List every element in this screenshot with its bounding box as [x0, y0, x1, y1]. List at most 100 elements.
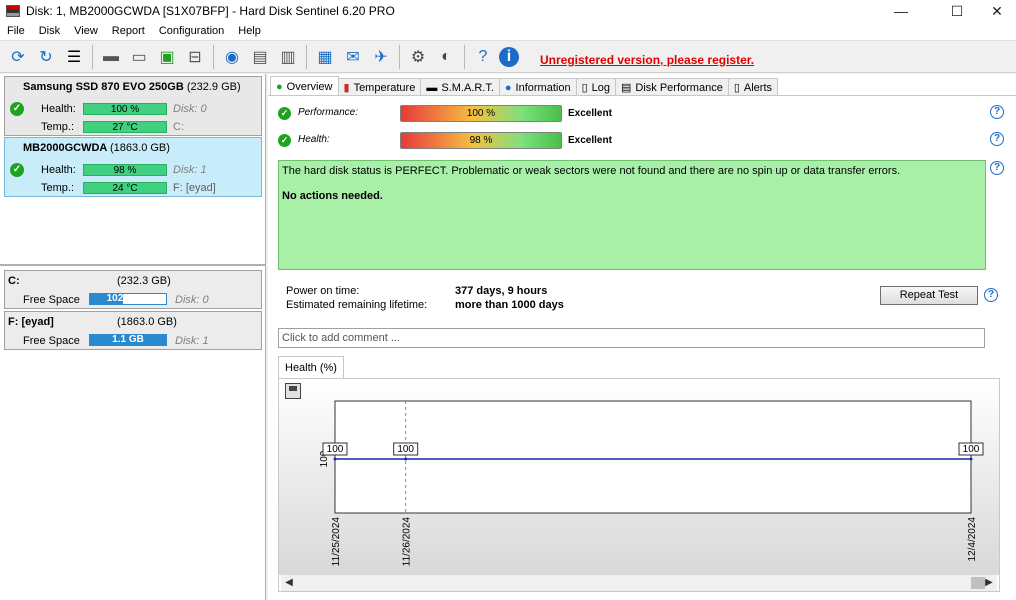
data-label: 100: [397, 444, 414, 455]
actions-text: No actions needed.: [282, 190, 383, 202]
volume-card-c[interactable]: C: (232.3 GB) Free Space 102.1 GB Disk: …: [4, 270, 262, 309]
disk-list-icon[interactable]: ☰: [62, 45, 86, 69]
volume-card-f[interactable]: F: [eyad] (1863.0 GB) Free Space 1.1 GB …: [4, 311, 262, 350]
toolbar-separator: [464, 44, 465, 69]
help-icon[interactable]: ?: [990, 132, 1004, 146]
disk-name: MB2000GCWDA (1863.0 GB): [23, 142, 170, 154]
help-icon[interactable]: ?: [984, 288, 998, 302]
tab-temperature[interactable]: ▮ Temperature: [337, 78, 422, 96]
disk-settings-icon[interactable]: ⊟: [183, 45, 207, 69]
menu-disk[interactable]: Disk: [32, 25, 67, 37]
x-tick-label: 11/26/2024: [402, 517, 413, 567]
health-chart-panel: 100 100 11/25/2024 100 11/26/2024 100 12/4/202…: [278, 378, 1000, 592]
horizontal-scrollbar[interactable]: ◀ ▶: [281, 575, 997, 591]
performance-verdict: Excellent: [568, 108, 612, 119]
toolbar: ⟳ ↻ ☰ ▬ ▭ ▣ ⊟ ◉ ▤ ▥ ▦ ✉ ✈ ⚙ ◐ ? i Unregi…: [0, 41, 1016, 73]
data-point: [404, 457, 408, 461]
volume-capacity: (232.3 GB): [117, 275, 171, 287]
menu-report[interactable]: Report: [105, 25, 152, 37]
scroll-left-icon[interactable]: ◀: [281, 575, 297, 591]
report-icon[interactable]: ▦: [313, 45, 337, 69]
x-tick-label: 11/25/2024: [331, 517, 342, 567]
temp-label: Temp.:: [41, 182, 75, 194]
free-space-label: Free Space: [23, 294, 80, 306]
info-icon[interactable]: i: [499, 46, 519, 67]
drive-letter: F: [eyad]: [173, 182, 216, 194]
surface-test-icon[interactable]: ▭: [127, 45, 151, 69]
menu-bar: File Disk View Report Configuration Help: [0, 22, 1016, 41]
health-chart: 10010011/25/202410011/26/202410012/4/202…: [279, 379, 999, 575]
help-icon[interactable]: ?: [990, 105, 1004, 119]
sound-icon[interactable]: ◐: [434, 45, 458, 69]
menu-view[interactable]: View: [67, 25, 105, 37]
health-label: Health:: [41, 164, 76, 176]
volume-name: F: [eyad]: [8, 316, 54, 328]
volume-capacity: (1863.0 GB): [117, 316, 177, 328]
refresh-all-icon[interactable]: ↻: [34, 45, 58, 69]
email-icon[interactable]: ✉: [341, 45, 365, 69]
free-space-bar: 1.1 GB: [89, 334, 167, 346]
temp-bar: 27 °C: [83, 121, 167, 133]
check-icon: ●: [276, 80, 283, 93]
tab-smart[interactable]: ▬ S.M.A.R.T.: [420, 78, 500, 96]
alert-icon: ▯: [733, 82, 740, 94]
disk-name: Samsung SSD 870 EVO 250GB (232.9 GB): [23, 81, 241, 93]
tab-log[interactable]: ▯ Log: [575, 78, 616, 96]
menu-configuration[interactable]: Configuration: [152, 25, 231, 37]
comment-input[interactable]: Click to add comment ...: [278, 328, 985, 348]
external-disk-icon[interactable]: ▤: [248, 45, 272, 69]
tab-disk-performance[interactable]: ▤ Disk Performance: [615, 78, 729, 96]
power-on-value: 377 days, 9 hours: [455, 285, 548, 297]
check-icon: ✓: [278, 134, 291, 147]
performance-icon: ▤: [621, 82, 632, 94]
power-on-label: Power on time:: [286, 285, 360, 297]
panel-divider: [0, 264, 265, 266]
disk-card-samsung[interactable]: Samsung SSD 870 EVO 250GB (232.9 GB) ✓ H…: [4, 76, 262, 136]
menu-file[interactable]: File: [0, 25, 32, 37]
log-icon: ▯: [581, 82, 588, 94]
disk-card-mb2000[interactable]: MB2000GCWDA (1863.0 GB) ✓ Health: 98 % D…: [4, 137, 262, 197]
health-bar: 100 %: [83, 103, 167, 115]
network-disk-icon[interactable]: ◉: [220, 45, 244, 69]
scroll-right-icon[interactable]: ▶: [981, 575, 997, 591]
check-icon: ✓: [278, 107, 291, 120]
menu-help[interactable]: Help: [231, 25, 268, 37]
repeat-test-button[interactable]: Repeat Test: [880, 286, 978, 305]
tab-overview[interactable]: ● Overview: [270, 76, 339, 96]
thermometer-icon: ▮: [343, 82, 350, 94]
tab-alerts[interactable]: ▯ Alerts: [727, 78, 779, 96]
disk-index: Disk: 0: [173, 103, 207, 115]
lifetime-value: more than 1000 days: [455, 299, 564, 311]
disk-test-icon[interactable]: ▬: [99, 45, 123, 69]
toolbar-separator: [306, 44, 307, 69]
smart-icon: ▬: [426, 81, 438, 94]
temp-bar: 24 °C: [83, 182, 167, 194]
status-box: The hard disk status is PERFECT. Problem…: [278, 160, 986, 270]
status-text: The hard disk status is PERFECT. Problem…: [282, 165, 901, 177]
usb-disk-icon[interactable]: ▥: [276, 45, 300, 69]
toolbar-separator: [399, 44, 400, 69]
unregistered-link[interactable]: Unregistered version, please register.: [540, 53, 754, 67]
send-icon[interactable]: ✈: [369, 45, 393, 69]
help-icon[interactable]: ?: [990, 161, 1004, 175]
help-icon[interactable]: ?: [471, 45, 495, 69]
volume-name: C:: [8, 275, 20, 287]
tab-information[interactable]: ● Information: [498, 78, 577, 96]
disk-index: Disk: 1: [173, 164, 207, 176]
data-label: 100: [327, 444, 344, 455]
x-tick-label: 12/4/2024: [967, 517, 978, 562]
refresh-icon[interactable]: ⟳: [6, 45, 30, 69]
tab-bar: ● Overview ▮ Temperature ▬ S.M.A.R.T. ● Info…: [270, 76, 779, 96]
free-space-label: Free Space: [23, 335, 80, 347]
lifetime-label: Estimated remaining lifetime:: [286, 299, 428, 311]
tab-underline: [268, 95, 1016, 96]
disk-check-icon[interactable]: ▣: [155, 45, 179, 69]
tab-health-chart[interactable]: Health (%): [278, 356, 344, 378]
data-point: [333, 457, 337, 461]
save-icon[interactable]: [285, 383, 301, 399]
toolbar-separator: [213, 44, 214, 69]
performance-label: Performance:: [298, 107, 359, 118]
health-bar: 98 %: [83, 164, 167, 176]
gear-icon[interactable]: ⚙: [406, 45, 430, 69]
drive-letter: C:: [173, 121, 184, 133]
